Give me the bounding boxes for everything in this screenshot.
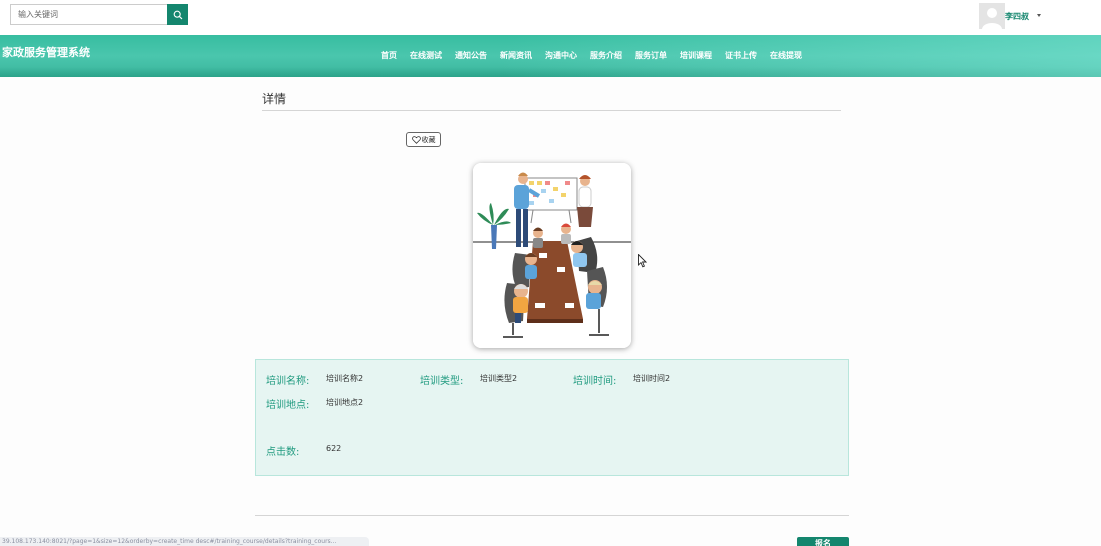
meeting-illustration: [473, 163, 631, 348]
status-bar-url: 39.108.173.140:8021/?page=1&size=12&orde…: [0, 537, 369, 546]
site-title: 家政服务管理系统: [2, 46, 90, 59]
course-type-value: 培训类型2: [480, 374, 518, 383]
nav-item-certificate-upload[interactable]: 证书上传: [725, 50, 757, 61]
nav-item-notices[interactable]: 通知公告: [455, 50, 487, 61]
search-icon: [173, 10, 182, 19]
nav-item-withdraw[interactable]: 在线提现: [770, 50, 802, 61]
search-button[interactable]: [167, 4, 188, 25]
favorite-button[interactable]: 收藏: [406, 132, 441, 147]
course-time-label: 培训时间:: [573, 376, 617, 387]
nav-item-orders[interactable]: 服务订单: [635, 50, 667, 61]
course-name-value: 培训名称2: [326, 374, 364, 383]
nav-item-online-test[interactable]: 在线测试: [410, 50, 442, 61]
training-image: [473, 163, 631, 348]
avatar-icon: [979, 3, 1005, 29]
username[interactable]: 李四叔: [1005, 11, 1029, 22]
course-name-label: 培训名称:: [266, 376, 310, 387]
click-count-value: 622: [326, 444, 342, 453]
chevron-down-icon[interactable]: [1037, 14, 1041, 17]
nav-item-news[interactable]: 新闻资讯: [500, 50, 532, 61]
avatar[interactable]: [979, 3, 1005, 29]
nav-item-services[interactable]: 服务介绍: [590, 50, 622, 61]
main-nav: 首页 在线测试 通知公告 新闻资讯 沟通中心 服务介绍 服务订单 培训课程 证书…: [381, 50, 815, 61]
header-band: 家政服务管理系统 首页 在线测试 通知公告 新闻资讯 沟通中心 服务介绍 服务订…: [0, 35, 1101, 77]
title-divider: [262, 110, 841, 111]
course-type-label: 培训类型:: [420, 376, 464, 387]
course-time-value: 培训时间2: [633, 374, 671, 383]
nav-item-training[interactable]: 培训课程: [680, 50, 712, 61]
course-info-panel: 培训名称: 培训名称2 培训类型: 培训类型2 培训时间: 培训时间2 培训地点…: [255, 359, 849, 476]
signup-button[interactable]: 报名: [797, 537, 849, 546]
nav-item-home[interactable]: 首页: [381, 50, 397, 61]
click-count-label: 点击数:: [266, 447, 300, 458]
bottom-divider: [255, 515, 849, 516]
course-location-label: 培训地点:: [266, 400, 310, 411]
search-input[interactable]: [10, 4, 167, 25]
course-location-value: 培训地点2: [326, 398, 364, 407]
top-bar: 李四叔: [0, 0, 1101, 35]
heart-icon: [411, 135, 421, 144]
nav-item-communication[interactable]: 沟通中心: [545, 50, 577, 61]
page-title: 详情: [262, 92, 287, 106]
favorite-label: 收藏: [421, 135, 436, 144]
mouse-cursor-icon: [638, 254, 647, 268]
